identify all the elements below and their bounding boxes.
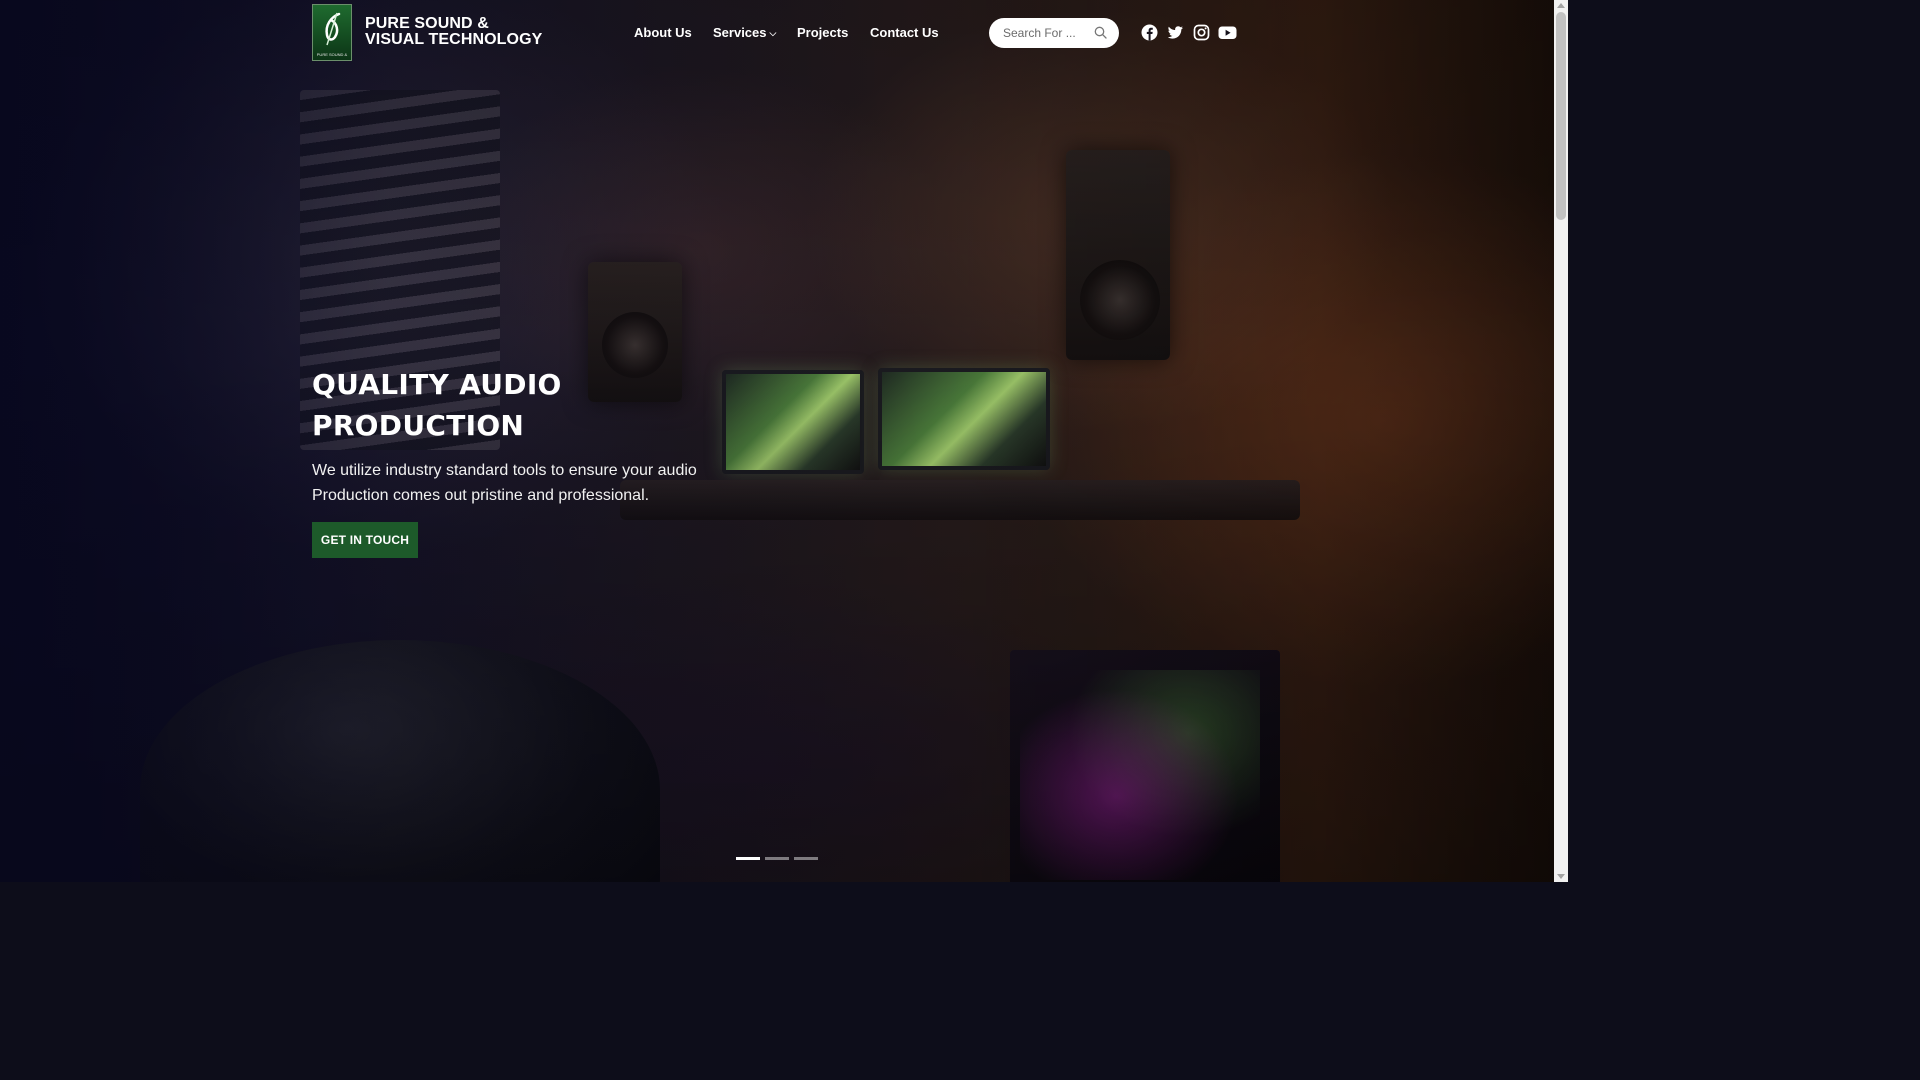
nav-contact-us[interactable]: Contact Us: [870, 25, 939, 40]
search-icon[interactable]: [1094, 26, 1107, 39]
brand-line-1: PURE SOUND &: [365, 15, 489, 32]
pc-case: [1010, 650, 1280, 882]
logo-mark-icon: [325, 12, 341, 46]
slider-dot-3[interactable]: [794, 857, 818, 860]
hero-title-line-1: QUALITY AUDIO: [312, 368, 562, 401]
brand-name[interactable]: PURE SOUND & VISUAL TECHNOLOGY: [365, 16, 542, 48]
studio-monitor-left: [722, 370, 864, 474]
instagram-icon[interactable]: [1193, 24, 1210, 41]
scrollbar-thumb[interactable]: [1556, 12, 1566, 220]
site-header: PURE SOUND & PURE SOUND & VISUAL TECHNOL…: [0, 0, 1554, 66]
nav-services[interactable]: Services ⌵: [713, 25, 776, 40]
studio-speaker-right: [1066, 150, 1170, 360]
hero-background: [0, 0, 1554, 882]
slider-pagination: [736, 857, 818, 860]
hero-content: QUALITY AUDIO PRODUCTION We utilize indu…: [312, 364, 712, 558]
page-scrollbar[interactable]: [1554, 0, 1568, 882]
nav-services-label: Services: [713, 25, 767, 40]
nav-about-us[interactable]: About Us: [634, 25, 692, 40]
scroll-up-icon[interactable]: [1557, 3, 1565, 8]
logo-small-text: PURE SOUND &: [315, 53, 349, 57]
get-in-touch-button[interactable]: GET IN TOUCH: [312, 522, 418, 558]
logo-small-line1: PURE SOUND &: [316, 52, 348, 57]
site-logo[interactable]: PURE SOUND &: [312, 4, 352, 61]
nav-projects[interactable]: Projects: [797, 25, 848, 40]
brand-line-2: VISUAL TECHNOLOGY: [365, 31, 543, 48]
slider-dot-1[interactable]: [736, 857, 760, 860]
studio-monitor-right: [878, 368, 1050, 470]
twitter-icon[interactable]: [1167, 24, 1184, 41]
youtube-icon[interactable]: [1218, 24, 1237, 41]
scroll-down-icon[interactable]: [1557, 874, 1565, 879]
facebook-icon[interactable]: [1141, 24, 1158, 41]
chevron-down-icon: ⌵: [769, 28, 777, 38]
search-box: [989, 18, 1119, 48]
studio-desk: [620, 480, 1300, 520]
hero-title: QUALITY AUDIO PRODUCTION: [312, 364, 642, 446]
slider-dot-2[interactable]: [765, 857, 789, 860]
pc-rgb-glow: [1020, 670, 1260, 880]
hero-subtitle: We utilize industry standard tools to en…: [312, 462, 697, 504]
search-input[interactable]: [1003, 25, 1089, 41]
studio-chair: [140, 640, 660, 882]
hero-title-line-2: PRODUCTION: [312, 409, 525, 442]
